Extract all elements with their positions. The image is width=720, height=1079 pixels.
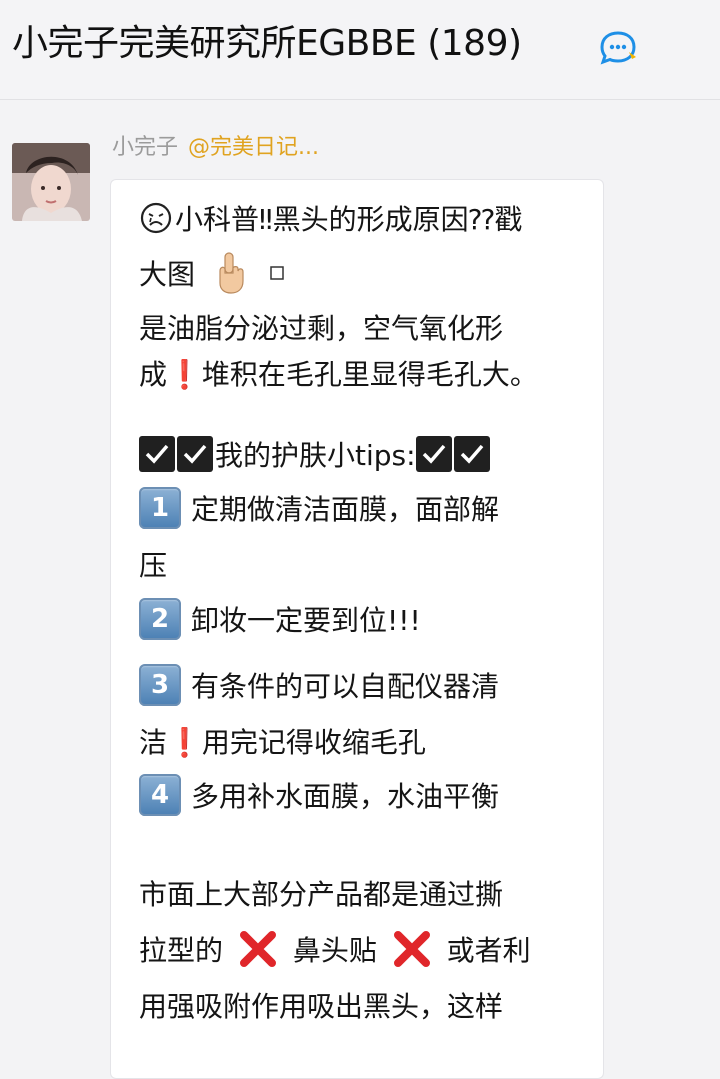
message-line: 是油脂分泌过剩，空气氧化形 xyxy=(139,312,504,345)
keycap-number-icon: 1 xyxy=(139,487,181,529)
message-area: 小完子 @完美日记... 小科普‼黑头的形成原因⁇戳 大图 是油脂分泌过剩，空气… xyxy=(0,101,720,1079)
cross-mark-icon xyxy=(238,929,278,969)
message-line: 压 xyxy=(139,549,168,582)
message-line: 2 卸妆一定要到位!!! xyxy=(139,598,421,641)
message-line: 3 有条件的可以自配仪器清 xyxy=(139,664,499,707)
mention-tag[interactable]: @完美日记... xyxy=(188,135,319,160)
message-line: 市面上大部分产品都是通过撕 xyxy=(139,878,504,911)
check-box-icon xyxy=(139,436,175,472)
keycap-number-icon: 4 xyxy=(139,774,181,816)
chat-title: 小完子完美研究所EGBBE (189) xyxy=(12,23,522,64)
missing-glyph-box xyxy=(269,265,285,281)
message-line: 洁❗用完记得收缩毛孔 xyxy=(139,726,426,759)
sender-name[interactable]: 小完子 xyxy=(112,135,178,160)
message-line: 用强吸附作用吸出黑头，这样 xyxy=(139,990,504,1023)
message-line: 拉型的 鼻头贴 或者利 xyxy=(139,931,531,971)
avatar[interactable] xyxy=(12,143,90,221)
cross-mark-icon xyxy=(392,929,432,969)
sender-line: 小完子 @完美日记... xyxy=(112,131,319,165)
chat-header: 小完子完美研究所EGBBE (189) xyxy=(0,0,720,100)
message-line: 成❗堆积在毛孔里显得毛孔大。 xyxy=(139,358,538,391)
keycap-number-icon: 2 xyxy=(139,598,181,640)
message-bubble[interactable]: 小科普‼黑头的形成原因⁇戳 大图 是油脂分泌过剩，空气氧化形 成❗堆积在毛孔里显 xyxy=(110,179,604,1079)
check-box-icon xyxy=(177,436,213,472)
pointing-up-hand-icon xyxy=(212,251,250,295)
message-line: 我的护肤小tips: xyxy=(139,436,492,476)
message-line: 小科普‼黑头的形成原因⁇戳 xyxy=(139,200,522,240)
chat-bubble-icon[interactable] xyxy=(596,30,642,66)
check-box-icon xyxy=(415,436,452,472)
check-box-icon xyxy=(453,436,490,472)
message-line: 4 多用补水面膜，水油平衡 xyxy=(139,774,499,817)
message-line: 大图 xyxy=(139,251,285,295)
crying-face-icon xyxy=(139,201,173,235)
message-line: 1 定期做清洁面膜，面部解 xyxy=(139,487,499,530)
keycap-number-icon: 3 xyxy=(139,664,181,706)
